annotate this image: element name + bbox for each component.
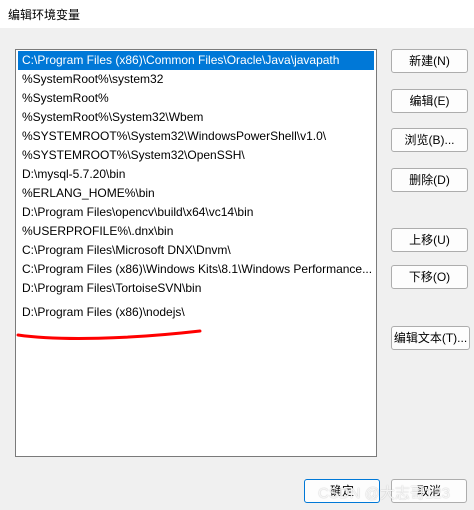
- list-item[interactable]: C:\Program Files\Microsoft DNX\Dnvm\: [18, 241, 374, 260]
- list-item[interactable]: %USERPROFILE%\.dnx\bin: [18, 222, 374, 241]
- list-item[interactable]: %SYSTEMROOT%\System32\OpenSSH\: [18, 146, 374, 165]
- move-up-button[interactable]: 上移(U): [391, 228, 468, 252]
- path-listbox[interactable]: C:\Program Files (x86)\Common Files\Orac…: [15, 49, 377, 457]
- browse-button[interactable]: 浏览(B)...: [391, 128, 468, 152]
- list-item[interactable]: C:\Program Files (x86)\Windows Kits\8.1\…: [18, 260, 374, 279]
- list-item[interactable]: %SystemRoot%\system32: [18, 70, 374, 89]
- new-button[interactable]: 新建(N): [391, 49, 468, 73]
- delete-button[interactable]: 删除(D): [391, 168, 468, 192]
- list-item[interactable]: D:\Program Files\opencv\build\x64\vc14\b…: [18, 203, 374, 222]
- list-item[interactable]: D:\mysql-5.7.20\bin: [18, 165, 374, 184]
- list-item[interactable]: %SYSTEMROOT%\System32\WindowsPowerShell\…: [18, 127, 374, 146]
- list-item[interactable]: %SystemRoot%: [18, 89, 374, 108]
- list-item[interactable]: D:\Program Files (x86)\nodejs\: [18, 303, 374, 322]
- list-item[interactable]: %SystemRoot%\System32\Wbem: [18, 108, 374, 127]
- edit-text-button[interactable]: 编辑文本(T)...: [391, 326, 470, 350]
- list-item[interactable]: C:\Program Files (x86)\Common Files\Orac…: [18, 51, 374, 70]
- edit-button[interactable]: 编辑(E): [391, 89, 468, 113]
- cancel-button[interactable]: 取消: [391, 479, 467, 503]
- list-item[interactable]: D:\Program Files\TortoiseSVN\bin: [18, 279, 374, 298]
- title-bar: 编辑环境变量: [0, 0, 474, 28]
- ok-button[interactable]: 确定: [304, 479, 380, 503]
- list-item[interactable]: %ERLANG_HOME%\bin: [18, 184, 374, 203]
- move-down-button[interactable]: 下移(O): [391, 265, 468, 289]
- window-title: 编辑环境变量: [8, 7, 81, 22]
